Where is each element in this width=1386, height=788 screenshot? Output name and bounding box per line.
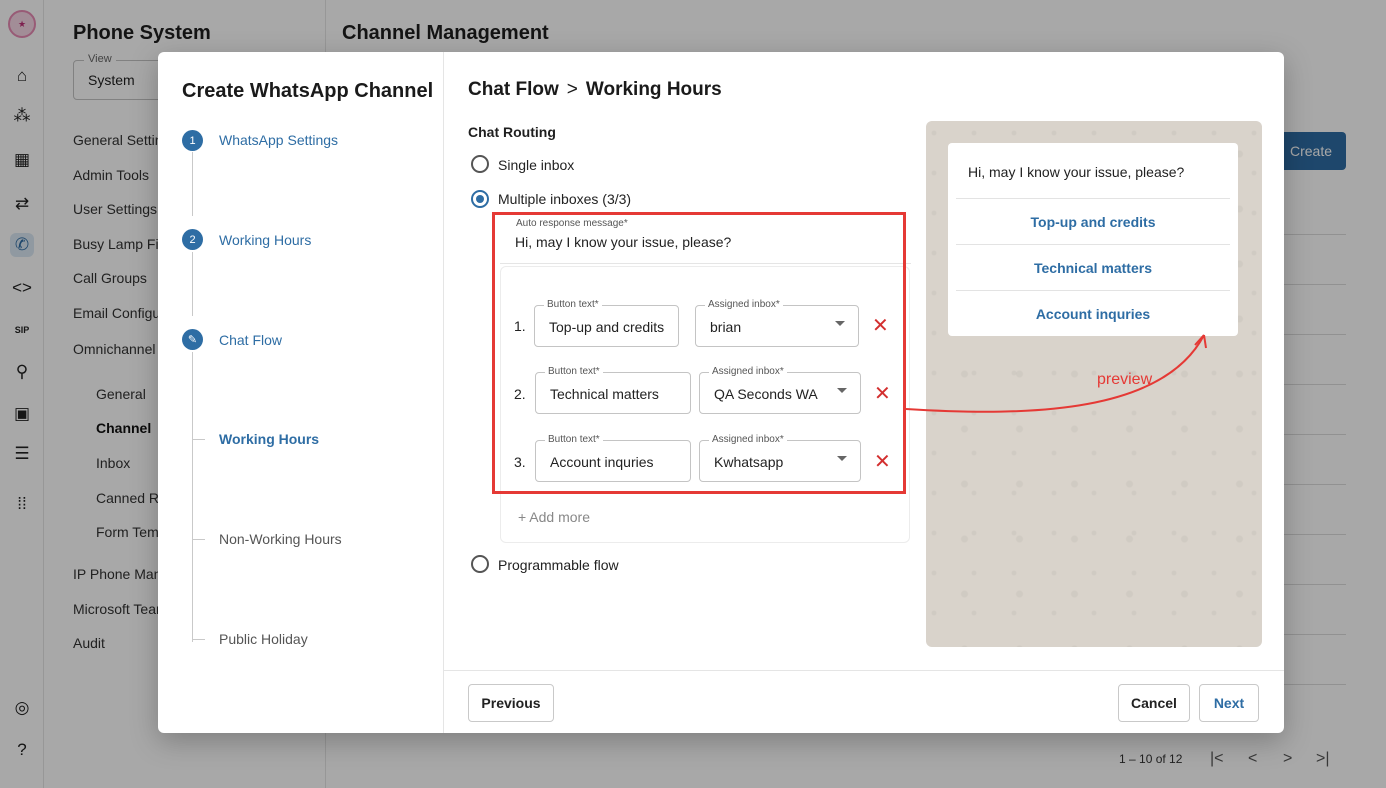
substep-tick xyxy=(193,439,205,440)
stepper-panel: Create WhatsApp Channel 1 WhatsApp Setti… xyxy=(158,52,444,733)
create-whatsapp-channel-dialog: Create WhatsApp Channel 1 WhatsApp Setti… xyxy=(158,52,1284,733)
dialog-title: Create WhatsApp Channel xyxy=(182,80,434,102)
step-connector xyxy=(192,152,193,216)
step-connector xyxy=(192,252,193,316)
section-title: Chat Routing xyxy=(468,124,556,140)
preview-option: Account inquries xyxy=(956,290,1230,336)
annotation-label: preview xyxy=(1097,371,1153,388)
next-button[interactable]: Next xyxy=(1199,684,1259,722)
preview-message: Hi, may I know your issue, please? xyxy=(968,164,1185,180)
chat-flow-panel: Chat Flow > Working Hours Chat Routing Sin… xyxy=(444,52,1284,733)
multiple-inboxes-radio[interactable] xyxy=(471,190,489,208)
step-whatsapp-settings[interactable]: WhatsApp Settings xyxy=(219,132,338,148)
substep-non-working-hours[interactable]: Non-Working Hours xyxy=(219,531,342,547)
programmable-flow-radio[interactable] xyxy=(471,555,489,573)
breadcrumb-current: Working Hours xyxy=(585,79,722,100)
step-number-1: 1 xyxy=(182,130,203,151)
substep-tick xyxy=(193,539,205,540)
single-inbox-radio[interactable] xyxy=(471,155,489,173)
substep-tick xyxy=(193,639,205,640)
cancel-button[interactable]: Cancel xyxy=(1118,684,1190,722)
dialog-footer-divider xyxy=(444,670,1284,671)
add-more-button[interactable]: + Add more xyxy=(518,509,590,525)
annotation-highlight-box xyxy=(492,212,906,494)
breadcrumb-parent[interactable]: Chat Flow xyxy=(468,79,559,100)
step-connector xyxy=(192,352,193,642)
substep-working-hours[interactable]: Working Hours xyxy=(219,431,319,447)
step-number-2: 2 xyxy=(182,229,203,250)
preview-message-card: Hi, may I know your issue, please? Top-u… xyxy=(948,143,1238,336)
edit-step-icon: ✎ xyxy=(182,329,203,350)
substep-public-holiday[interactable]: Public Holiday xyxy=(219,631,308,647)
preview-option: Technical matters xyxy=(956,244,1230,290)
breadcrumb: Chat Flow > Working Hours xyxy=(468,79,722,101)
programmable-flow-label: Programmable flow xyxy=(498,557,619,573)
single-inbox-label: Single inbox xyxy=(498,157,575,173)
chat-preview: Hi, may I know your issue, please? Top-u… xyxy=(926,121,1262,647)
breadcrumb-separator: > xyxy=(566,79,578,100)
step-working-hours[interactable]: Working Hours xyxy=(219,232,311,248)
previous-button[interactable]: Previous xyxy=(468,684,554,722)
multiple-inboxes-label: Multiple inboxes (3/3) xyxy=(498,191,632,207)
step-chat-flow[interactable]: Chat Flow xyxy=(219,332,282,348)
preview-option: Top-up and credits xyxy=(956,198,1230,244)
